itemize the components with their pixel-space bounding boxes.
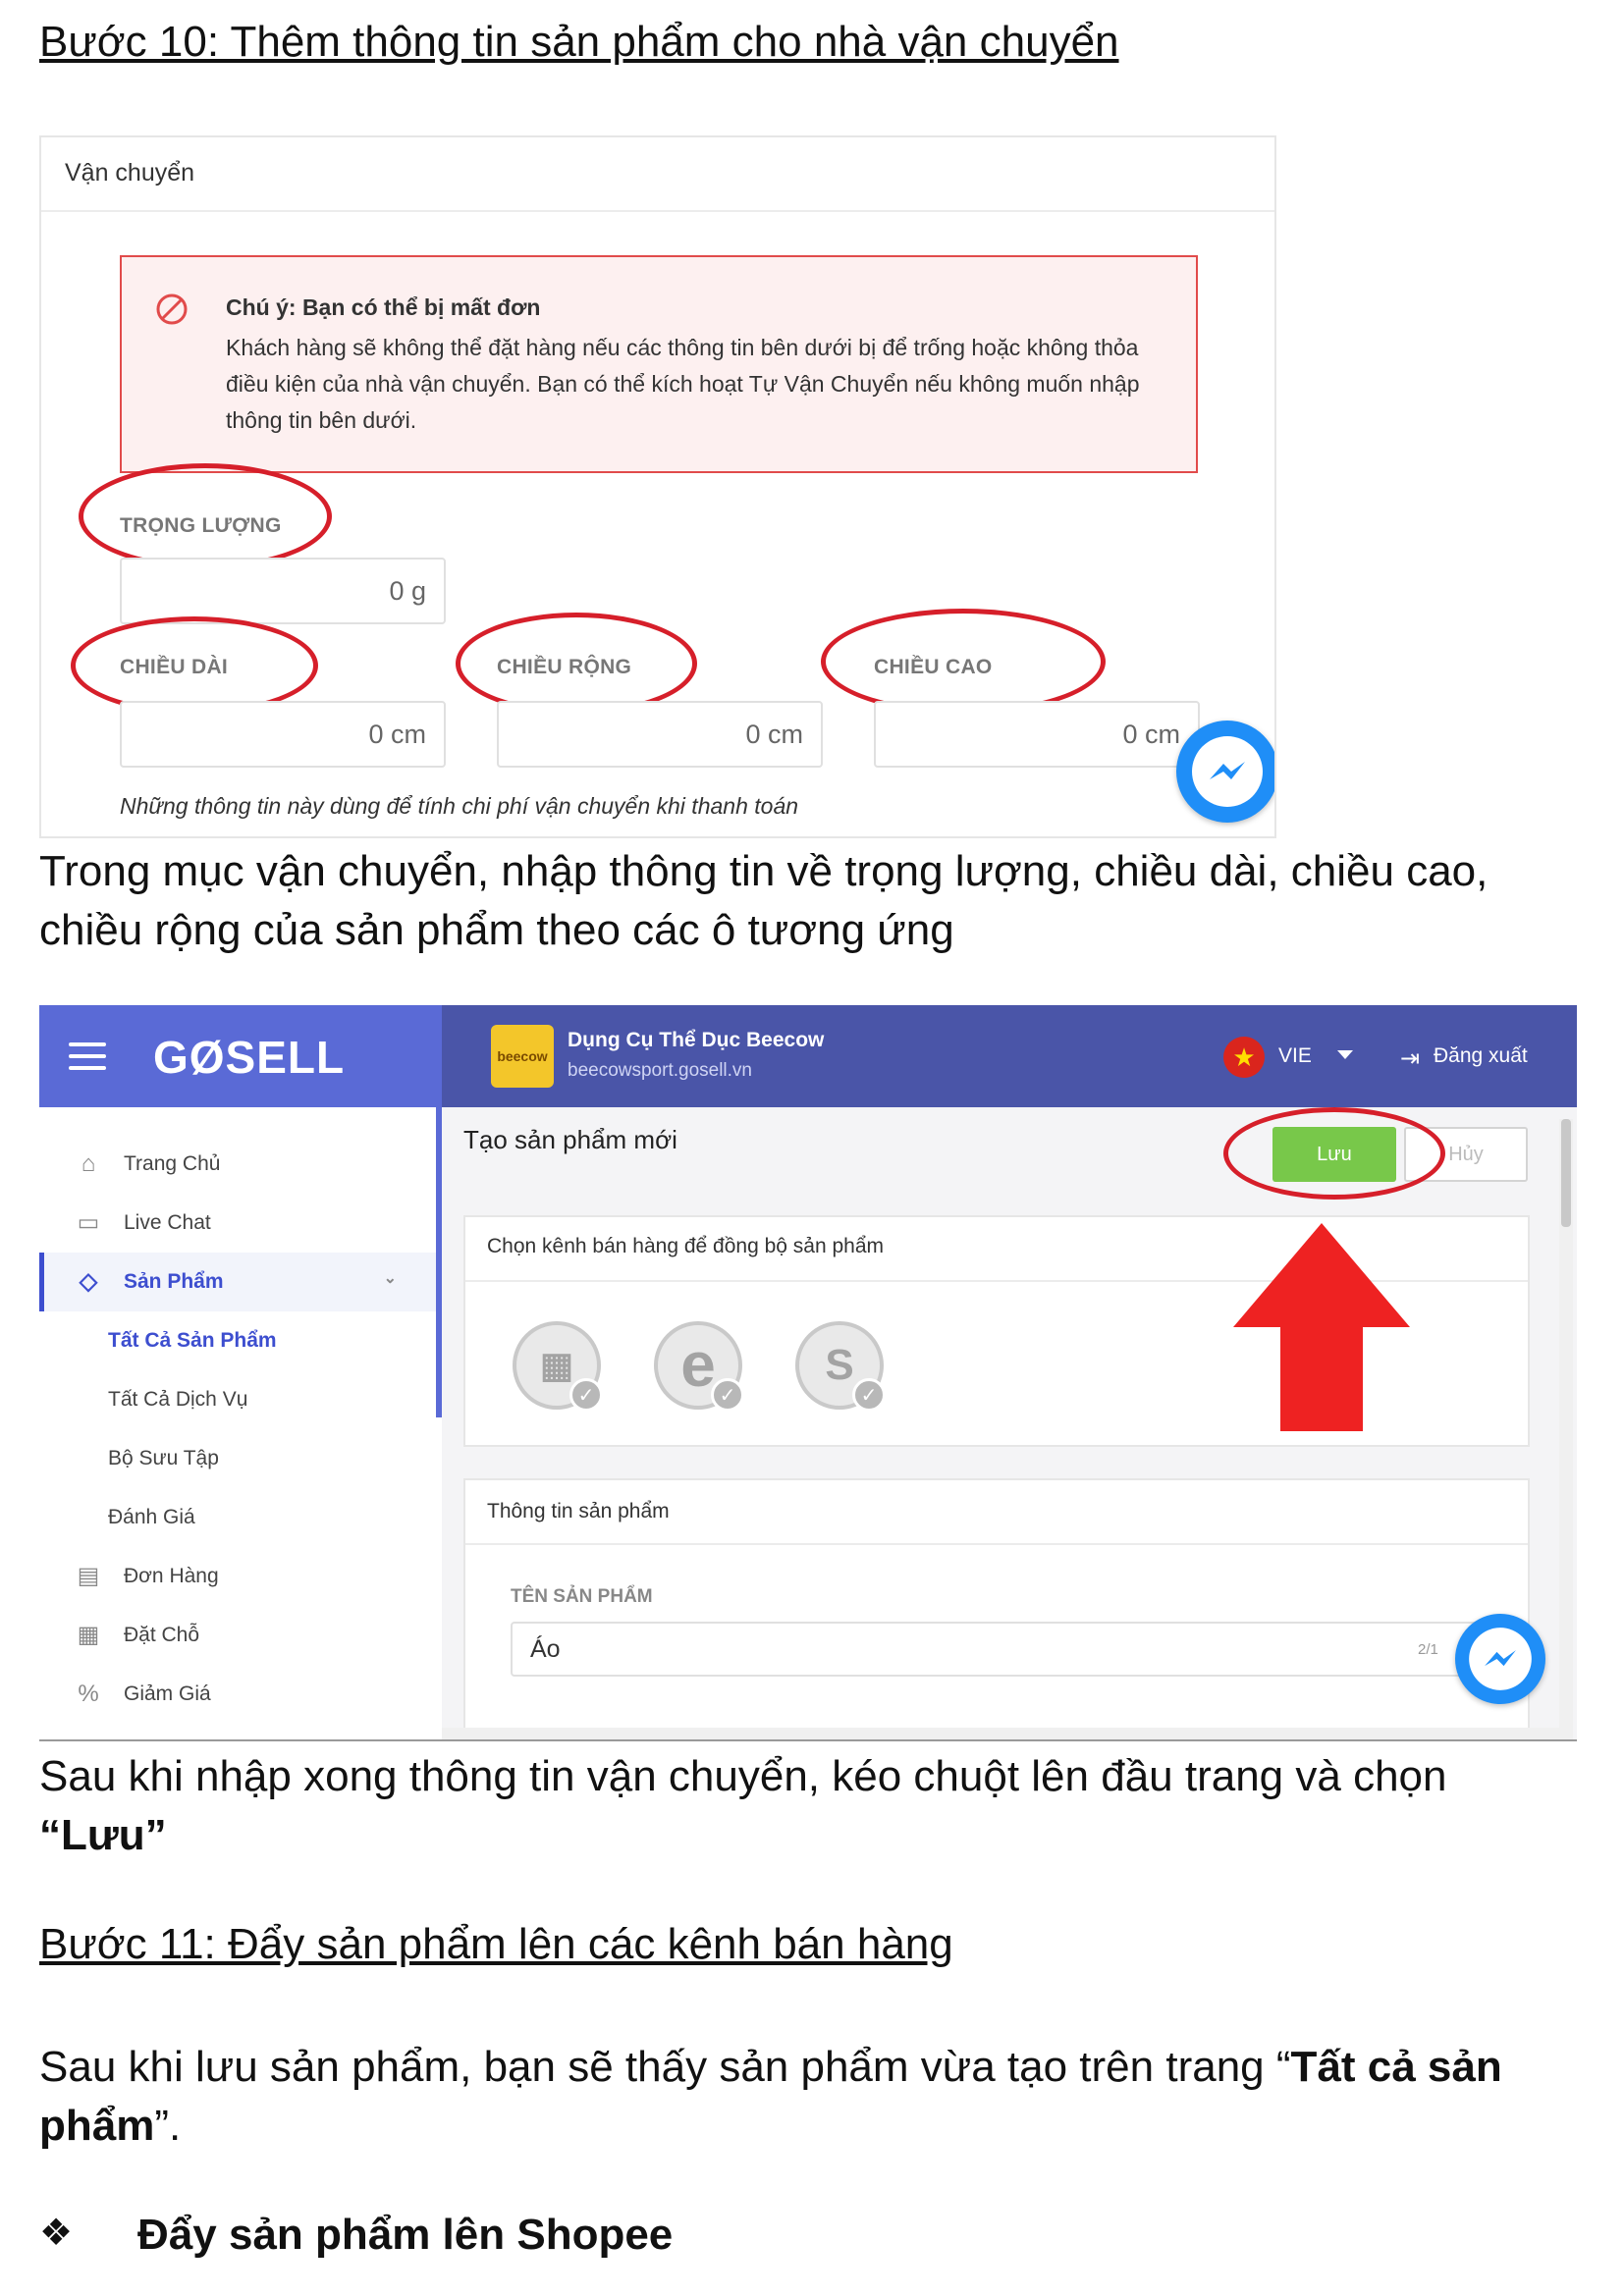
weight-input[interactable]: 0 g [120,558,446,624]
check-icon: ✓ [569,1378,603,1412]
messenger-button[interactable] [1176,721,1274,823]
shipping-note: Những thông tin này dùng để tính chi phí… [120,793,799,819]
paragraph-3-text: Sau khi lưu sản phẩm, bạn sẽ thấy sản ph… [39,2043,1291,2091]
messenger-icon [1192,736,1263,807]
length-input[interactable]: 0 cm [120,701,446,768]
sidebar-item-home[interactable]: ⌂ Trang Chủ [39,1135,436,1194]
red-arrow-up-icon [1233,1223,1410,1431]
sidebar-item-label: Tất Cả Sản Phẩm [108,1329,277,1352]
width-input[interactable]: 0 cm [497,701,823,768]
language-selector[interactable]: VIE [1278,1044,1312,1068]
sidebar-item-collections[interactable]: Bộ Sưu Tập [39,1429,436,1488]
vietnam-flag-icon[interactable]: ★ [1223,1037,1265,1078]
home-icon: ⌂ [81,1150,96,1177]
char-counter: 2/1 [1418,1641,1438,1658]
caption-2: Sau khi nhập xong thông tin vận chuyển, … [39,1747,1581,1865]
annotation-circle-weight [79,463,332,569]
sidebar-item-reservations[interactable]: ▦ Đặt Chỗ [39,1606,436,1665]
channels-card-title: Chọn kênh bán hàng để đồng bộ sản phẩm [487,1235,884,1257]
sidebar-item-orders[interactable]: ▤ Đơn Hàng [39,1547,436,1606]
chevron-down-icon: ⌄ [383,1270,397,1287]
sidebar-item-label: Live Chat [124,1211,211,1234]
shop-name: Dụng Cụ Thể Dục Beecow [568,1029,825,1051]
product-name-input[interactable]: Áo [511,1622,1492,1677]
annotation-circle-width [456,613,697,715]
sidebar-item-all-products[interactable]: Tất Cả Sản Phẩm [39,1311,436,1370]
chevron-down-icon[interactable] [1337,1050,1353,1059]
scrollbar-thumb[interactable] [1561,1119,1571,1227]
hamburger-menu-icon[interactable] [69,1042,106,1078]
shipping-panel: Vận chuyển Chú ý: Bạn có thể bị mất đơn … [39,135,1276,838]
annotation-circle-height [821,609,1106,715]
height-input[interactable]: 0 cm [874,701,1200,768]
gosell-logo: GØSELL [153,1032,346,1083]
sidebar-item-all-services[interactable]: Tất Cả Dịch Vụ [39,1370,436,1429]
paragraph-3: Sau khi lưu sản phẩm, bạn sẽ thấy sản ph… [39,2038,1581,2156]
shipping-section-title: Vận chuyển [65,159,195,187]
discount-icon: % [78,1681,99,1707]
sidebar-item-label: Tất Cả Dịch Vụ [108,1388,248,1411]
warning-box: Chú ý: Bạn có thể bị mất đơn Khách hàng … [120,255,1198,473]
calendar-icon: ▦ [77,1622,100,1648]
caption-2-bold: “Lưu” [39,1811,167,1859]
check-icon: ✓ [852,1378,886,1412]
receipt-icon: ▤ [77,1563,100,1589]
sidebar-item-label: Sản Phẩm [124,1270,224,1293]
sidebar-item-label: Giảm Giá [124,1682,211,1705]
annotation-circle-length [71,616,318,715]
sidebar-item-label: Trang Chủ [124,1152,221,1175]
prohibited-icon [156,294,188,325]
page-title: Tạo sản phẩm mới [463,1125,677,1154]
messenger-button[interactable] [1455,1614,1545,1704]
sidebar-item-label: Đặt Chỗ [124,1624,200,1646]
sidebar-item-live-chat[interactable]: ▭ Live Chat [39,1194,436,1253]
chat-icon: ▭ [77,1209,100,1236]
sidebar-item-reviews[interactable]: Đánh Giá [39,1488,436,1547]
bullet-diamond-icon: ❖ [39,2213,74,2254]
screenshot-bottom-border [39,1739,1577,1741]
shop-url: beecowsport.gosell.vn [568,1060,752,1081]
sidebar-item-label: Đơn Hàng [124,1565,219,1587]
caption-2-text: Sau khi nhập xong thông tin vận chuyển, … [39,1752,1447,1800]
product-info-card: Thông tin sản phẩm TÊN SẢN PHẨM Áo 2/1 [463,1478,1530,1739]
sidebar-item-label: Đánh Giá [108,1506,195,1528]
paragraph-3-suffix: ”. [154,2102,182,2150]
section-divider [41,210,1274,212]
card-divider [465,1543,1528,1545]
sidebar-item-products[interactable]: ◇ Sản Phẩm ⌄ [39,1253,436,1311]
caption-1: Trong mục vận chuyển, nhập thông tin về … [39,847,1489,954]
logout-button[interactable]: Đăng xuất [1434,1044,1528,1068]
sidebar-item-label: Bộ Sưu Tập [108,1447,219,1469]
tag-icon: ◇ [79,1268,98,1295]
product-name-label: TÊN SẢN PHẨM [511,1586,653,1607]
product-info-title: Thông tin sản phẩm [487,1500,670,1522]
messenger-icon [1469,1628,1532,1690]
logout-icon[interactable]: ⇥ [1400,1044,1420,1073]
shop-logo: beecow [491,1025,554,1088]
step10-heading: Bước 10: Thêm thông tin sản phẩm cho nhà… [39,18,1119,66]
bullet-heading: Đẩy sản phẩm lên Shopee [137,2211,674,2259]
check-icon: ✓ [711,1378,744,1412]
annotation-circle-save [1223,1107,1445,1200]
warning-body: Khách hàng sẽ không thể đặt hàng nếu các… [226,335,1140,433]
sidebar-scroll-indicator [436,1107,442,1417]
gosell-app-screenshot: GØSELL beecow Dụng Cụ Thể Dục Beecow bee… [39,1005,1577,1739]
step11-heading: Bước 11: Đẩy sản phẩm lên các kênh bán h… [39,1920,953,1968]
horizontal-scrollbar[interactable] [442,1728,1559,1739]
sidebar-item-discounts[interactable]: % Giảm Giá [39,1665,436,1724]
warning-title: Chú ý: Bạn có thể bị mất đơn [226,294,541,320]
